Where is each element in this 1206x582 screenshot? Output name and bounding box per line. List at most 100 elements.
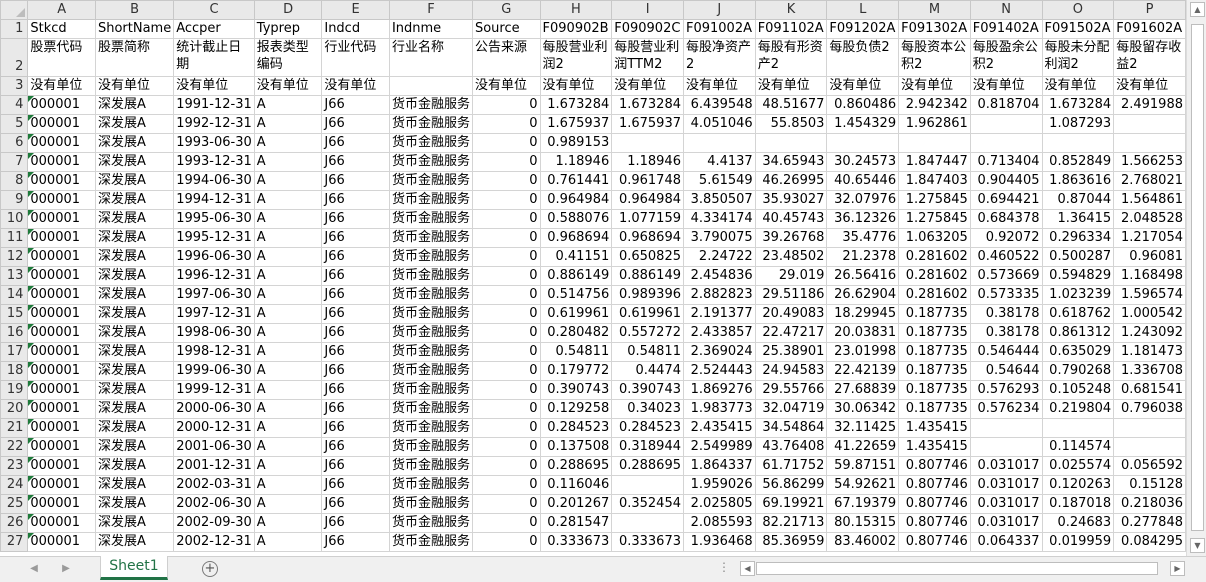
cell[interactable]: 0.281547 bbox=[539, 513, 613, 533]
cell[interactable]: 29.51186 bbox=[754, 285, 828, 305]
scroll-left-arrow-icon[interactable]: ◀ bbox=[740, 561, 755, 576]
scroll-down-arrow-icon[interactable]: ▼ bbox=[1190, 538, 1205, 553]
cell[interactable]: 0.557272 bbox=[611, 323, 684, 343]
row-header[interactable]: 19 bbox=[0, 380, 29, 400]
cell[interactable]: A bbox=[253, 152, 323, 172]
cell[interactable]: 没有单位 bbox=[754, 76, 828, 96]
cell[interactable]: 深发展A bbox=[94, 342, 175, 362]
row-header[interactable]: 22 bbox=[0, 437, 29, 457]
cell[interactable]: 0.573335 bbox=[969, 285, 1043, 305]
cell[interactable]: 0.031017 bbox=[969, 494, 1043, 514]
cell[interactable]: 36.12326 bbox=[826, 209, 900, 229]
cell[interactable]: 货币金融服务 bbox=[388, 513, 473, 533]
cell[interactable]: 0 bbox=[471, 456, 541, 476]
cell[interactable]: 0.619961 bbox=[611, 304, 684, 324]
cell[interactable]: 2.491988 bbox=[1113, 95, 1186, 115]
cell[interactable]: 35.93027 bbox=[754, 190, 828, 210]
cell[interactable]: 货币金融服务 bbox=[388, 475, 473, 495]
cell[interactable]: 深发展A bbox=[94, 171, 175, 191]
cell[interactable]: 0.886149 bbox=[539, 266, 613, 286]
cell[interactable]: 0.084295 bbox=[1113, 532, 1186, 552]
cell[interactable] bbox=[388, 76, 473, 96]
cell[interactable]: 0.116046 bbox=[539, 475, 613, 495]
cell[interactable]: F091502A bbox=[1041, 19, 1115, 39]
cell[interactable]: 32.07976 bbox=[826, 190, 900, 210]
cell[interactable]: 26.62904 bbox=[826, 285, 900, 305]
cell[interactable]: 0 bbox=[471, 513, 541, 533]
cell[interactable]: 0.352454 bbox=[611, 494, 684, 514]
cell[interactable]: 1996-12-31 bbox=[173, 266, 255, 286]
cell[interactable]: J66 bbox=[321, 171, 390, 191]
cell[interactable]: 0 bbox=[471, 152, 541, 172]
cell[interactable]: 000001 bbox=[27, 342, 96, 362]
cell[interactable]: 0.15128 bbox=[1113, 475, 1186, 495]
row-header[interactable]: 14 bbox=[0, 285, 29, 305]
tab-split-handle-icon[interactable]: ⋮ bbox=[718, 560, 731, 574]
cell[interactable]: 2.369024 bbox=[682, 342, 756, 362]
cell[interactable]: 3.850507 bbox=[682, 190, 756, 210]
cell[interactable] bbox=[1113, 133, 1186, 153]
cell[interactable]: 0.187735 bbox=[898, 361, 971, 381]
cell[interactable]: 40.65446 bbox=[826, 171, 900, 191]
cell[interactable]: 2.191377 bbox=[682, 304, 756, 324]
row-header[interactable]: 4 bbox=[0, 95, 29, 115]
column-header-o[interactable]: O bbox=[1041, 0, 1115, 20]
horizontal-scrollbar[interactable]: ◀ ▶ bbox=[738, 560, 1186, 576]
cell[interactable]: 0.500287 bbox=[1041, 247, 1115, 267]
cell[interactable]: 货币金融服务 bbox=[388, 437, 473, 457]
row-header[interactable]: 6 bbox=[0, 133, 29, 153]
cell[interactable]: 39.26768 bbox=[754, 228, 828, 248]
cell[interactable]: 4.051046 bbox=[682, 114, 756, 134]
cell[interactable]: 0.594829 bbox=[1041, 266, 1115, 286]
cell[interactable]: 000001 bbox=[27, 399, 96, 419]
cell[interactable]: 1.675937 bbox=[611, 114, 684, 134]
cell[interactable]: 1.673284 bbox=[611, 95, 684, 115]
cell[interactable]: 000001 bbox=[27, 95, 96, 115]
cell[interactable]: 1.217054 bbox=[1113, 228, 1186, 248]
cell[interactable] bbox=[754, 133, 828, 153]
cell[interactable]: 0.318944 bbox=[611, 437, 684, 457]
cell[interactable]: 0.694421 bbox=[969, 190, 1043, 210]
cell[interactable]: 0.281602 bbox=[898, 247, 971, 267]
row-header[interactable]: 27 bbox=[0, 532, 29, 552]
cell[interactable]: ShortName bbox=[94, 19, 175, 39]
cell[interactable]: 深发展A bbox=[94, 304, 175, 324]
cell[interactable]: 0.031017 bbox=[969, 475, 1043, 495]
cell[interactable]: 0.064337 bbox=[969, 532, 1043, 552]
cell[interactable]: J66 bbox=[321, 513, 390, 533]
cell[interactable]: 1.18946 bbox=[611, 152, 684, 172]
cell[interactable]: 深发展A bbox=[94, 247, 175, 267]
cell[interactable]: 1.181473 bbox=[1113, 342, 1186, 362]
cell[interactable]: 货币金融服务 bbox=[388, 532, 473, 552]
cell[interactable]: 0.41151 bbox=[539, 247, 613, 267]
cell[interactable]: 0.618762 bbox=[1041, 304, 1115, 324]
cell[interactable]: 0.860486 bbox=[826, 95, 900, 115]
cell[interactable] bbox=[611, 133, 684, 153]
cell[interactable]: 0.964984 bbox=[539, 190, 613, 210]
cell[interactable]: 深发展A bbox=[94, 494, 175, 514]
cell[interactable]: 1.847447 bbox=[898, 152, 971, 172]
cell[interactable]: 0 bbox=[471, 171, 541, 191]
cell[interactable] bbox=[1041, 133, 1115, 153]
cell[interactable]: 20.03831 bbox=[826, 323, 900, 343]
cell[interactable]: 1993-06-30 bbox=[173, 133, 255, 153]
cell[interactable]: 2.882823 bbox=[682, 285, 756, 305]
cell[interactable]: 1.000542 bbox=[1113, 304, 1186, 324]
cell[interactable]: 0.24683 bbox=[1041, 513, 1115, 533]
cell[interactable]: 0 bbox=[471, 342, 541, 362]
cell[interactable]: A bbox=[253, 247, 323, 267]
cell[interactable]: 000001 bbox=[27, 228, 96, 248]
cell[interactable]: J66 bbox=[321, 418, 390, 438]
cell[interactable]: J66 bbox=[321, 380, 390, 400]
cell[interactable]: 0.650825 bbox=[611, 247, 684, 267]
cell[interactable]: 深发展A bbox=[94, 114, 175, 134]
cell[interactable]: 24.94583 bbox=[754, 361, 828, 381]
cell[interactable]: 没有单位 bbox=[1113, 76, 1186, 96]
cell[interactable]: 1.243092 bbox=[1113, 323, 1186, 343]
cell[interactable]: 1997-12-31 bbox=[173, 304, 255, 324]
cell[interactable]: A bbox=[253, 209, 323, 229]
cell[interactable]: 深发展A bbox=[94, 190, 175, 210]
cell[interactable]: 83.46002 bbox=[826, 532, 900, 552]
cell[interactable]: 货币金融服务 bbox=[388, 95, 473, 115]
cell[interactable]: 0.288695 bbox=[539, 456, 613, 476]
